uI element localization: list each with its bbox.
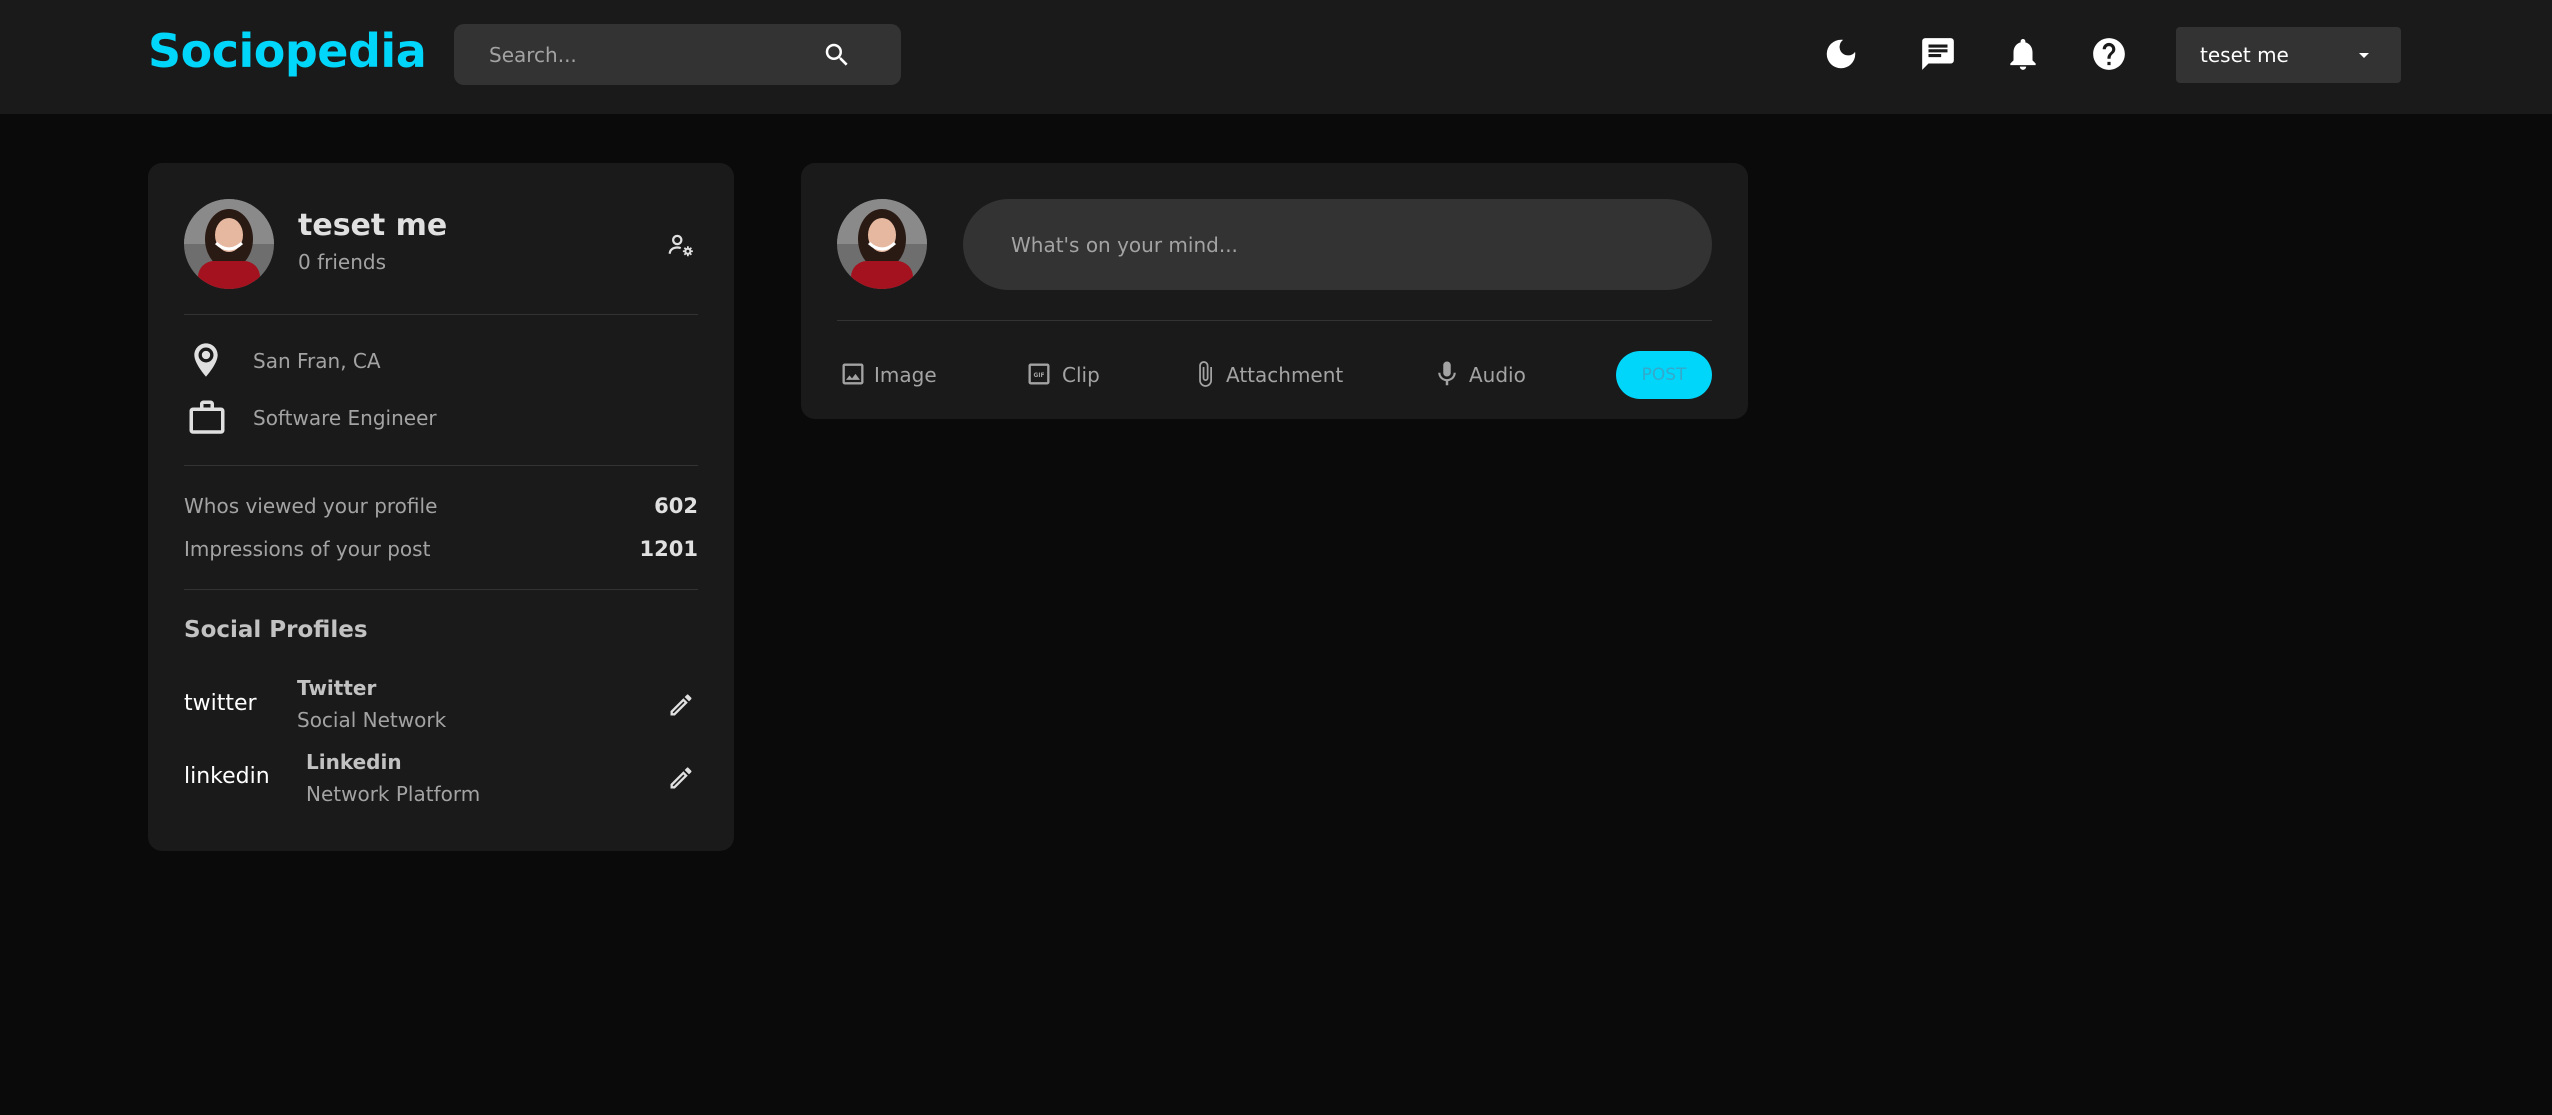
social-name-linkedin: Linkedin — [306, 750, 402, 774]
user-menu-label: teset me — [2200, 43, 2289, 67]
twitter-logo: twitter — [184, 691, 257, 716]
clip-action-label[interactable]: Clip — [1062, 363, 1100, 387]
composer-avatar — [837, 199, 927, 289]
arrow-drop-down-icon — [2359, 53, 2369, 58]
profile-friends-count: 0 friends — [298, 250, 386, 274]
navbar: Sociopedia teset me — [0, 0, 2552, 114]
search-input[interactable] — [489, 24, 819, 85]
svg-text:GIF: GIF — [1034, 373, 1045, 379]
stat-label-impressions: Impressions of your post — [184, 537, 431, 561]
social-name-twitter: Twitter — [297, 676, 377, 700]
profile-name[interactable]: teset me — [298, 208, 447, 243]
help-icon[interactable] — [2090, 35, 2128, 73]
work-icon — [189, 400, 225, 434]
stat-label-profile-views: Whos viewed your profile — [184, 494, 438, 518]
app-logo[interactable]: Sociopedia — [148, 24, 427, 78]
divider — [184, 589, 698, 590]
search-icon[interactable] — [822, 40, 852, 70]
audio-action-label[interactable]: Audio — [1469, 363, 1526, 387]
dark-mode-icon[interactable] — [1822, 35, 1860, 73]
stat-value-impressions: 1201 — [639, 537, 698, 561]
edit-icon[interactable] — [667, 764, 695, 792]
divider — [184, 465, 698, 466]
stat-value-profile-views: 602 — [654, 494, 698, 518]
linkedin-logo: linkedin — [184, 764, 270, 789]
notifications-icon[interactable] — [2004, 35, 2042, 73]
attachment-action-label[interactable]: Attachment — [1226, 363, 1343, 387]
attachment-icon[interactable] — [1191, 359, 1219, 389]
social-type-twitter: Social Network — [297, 708, 447, 732]
post-button[interactable]: POST — [1616, 351, 1712, 399]
divider — [184, 314, 698, 315]
social-profiles-title: Social Profiles — [184, 617, 368, 643]
edit-icon[interactable] — [667, 691, 695, 719]
message-icon[interactable] — [1919, 35, 1957, 73]
location-icon — [194, 343, 218, 377]
profile-avatar[interactable] — [184, 199, 274, 289]
profile-location: San Fran, CA — [253, 349, 381, 373]
image-action-label[interactable]: Image — [874, 363, 937, 387]
divider — [837, 320, 1712, 321]
image-icon[interactable] — [839, 360, 867, 388]
gif-box-icon[interactable]: GIF — [1025, 360, 1053, 388]
social-type-linkedin: Network Platform — [306, 782, 481, 806]
post-text-input[interactable] — [963, 199, 1712, 290]
profile-occupation: Software Engineer — [253, 406, 437, 430]
microphone-icon[interactable] — [1432, 359, 1462, 389]
user-menu-select[interactable]: teset me — [2176, 27, 2401, 83]
manage-accounts-icon[interactable] — [666, 230, 696, 260]
